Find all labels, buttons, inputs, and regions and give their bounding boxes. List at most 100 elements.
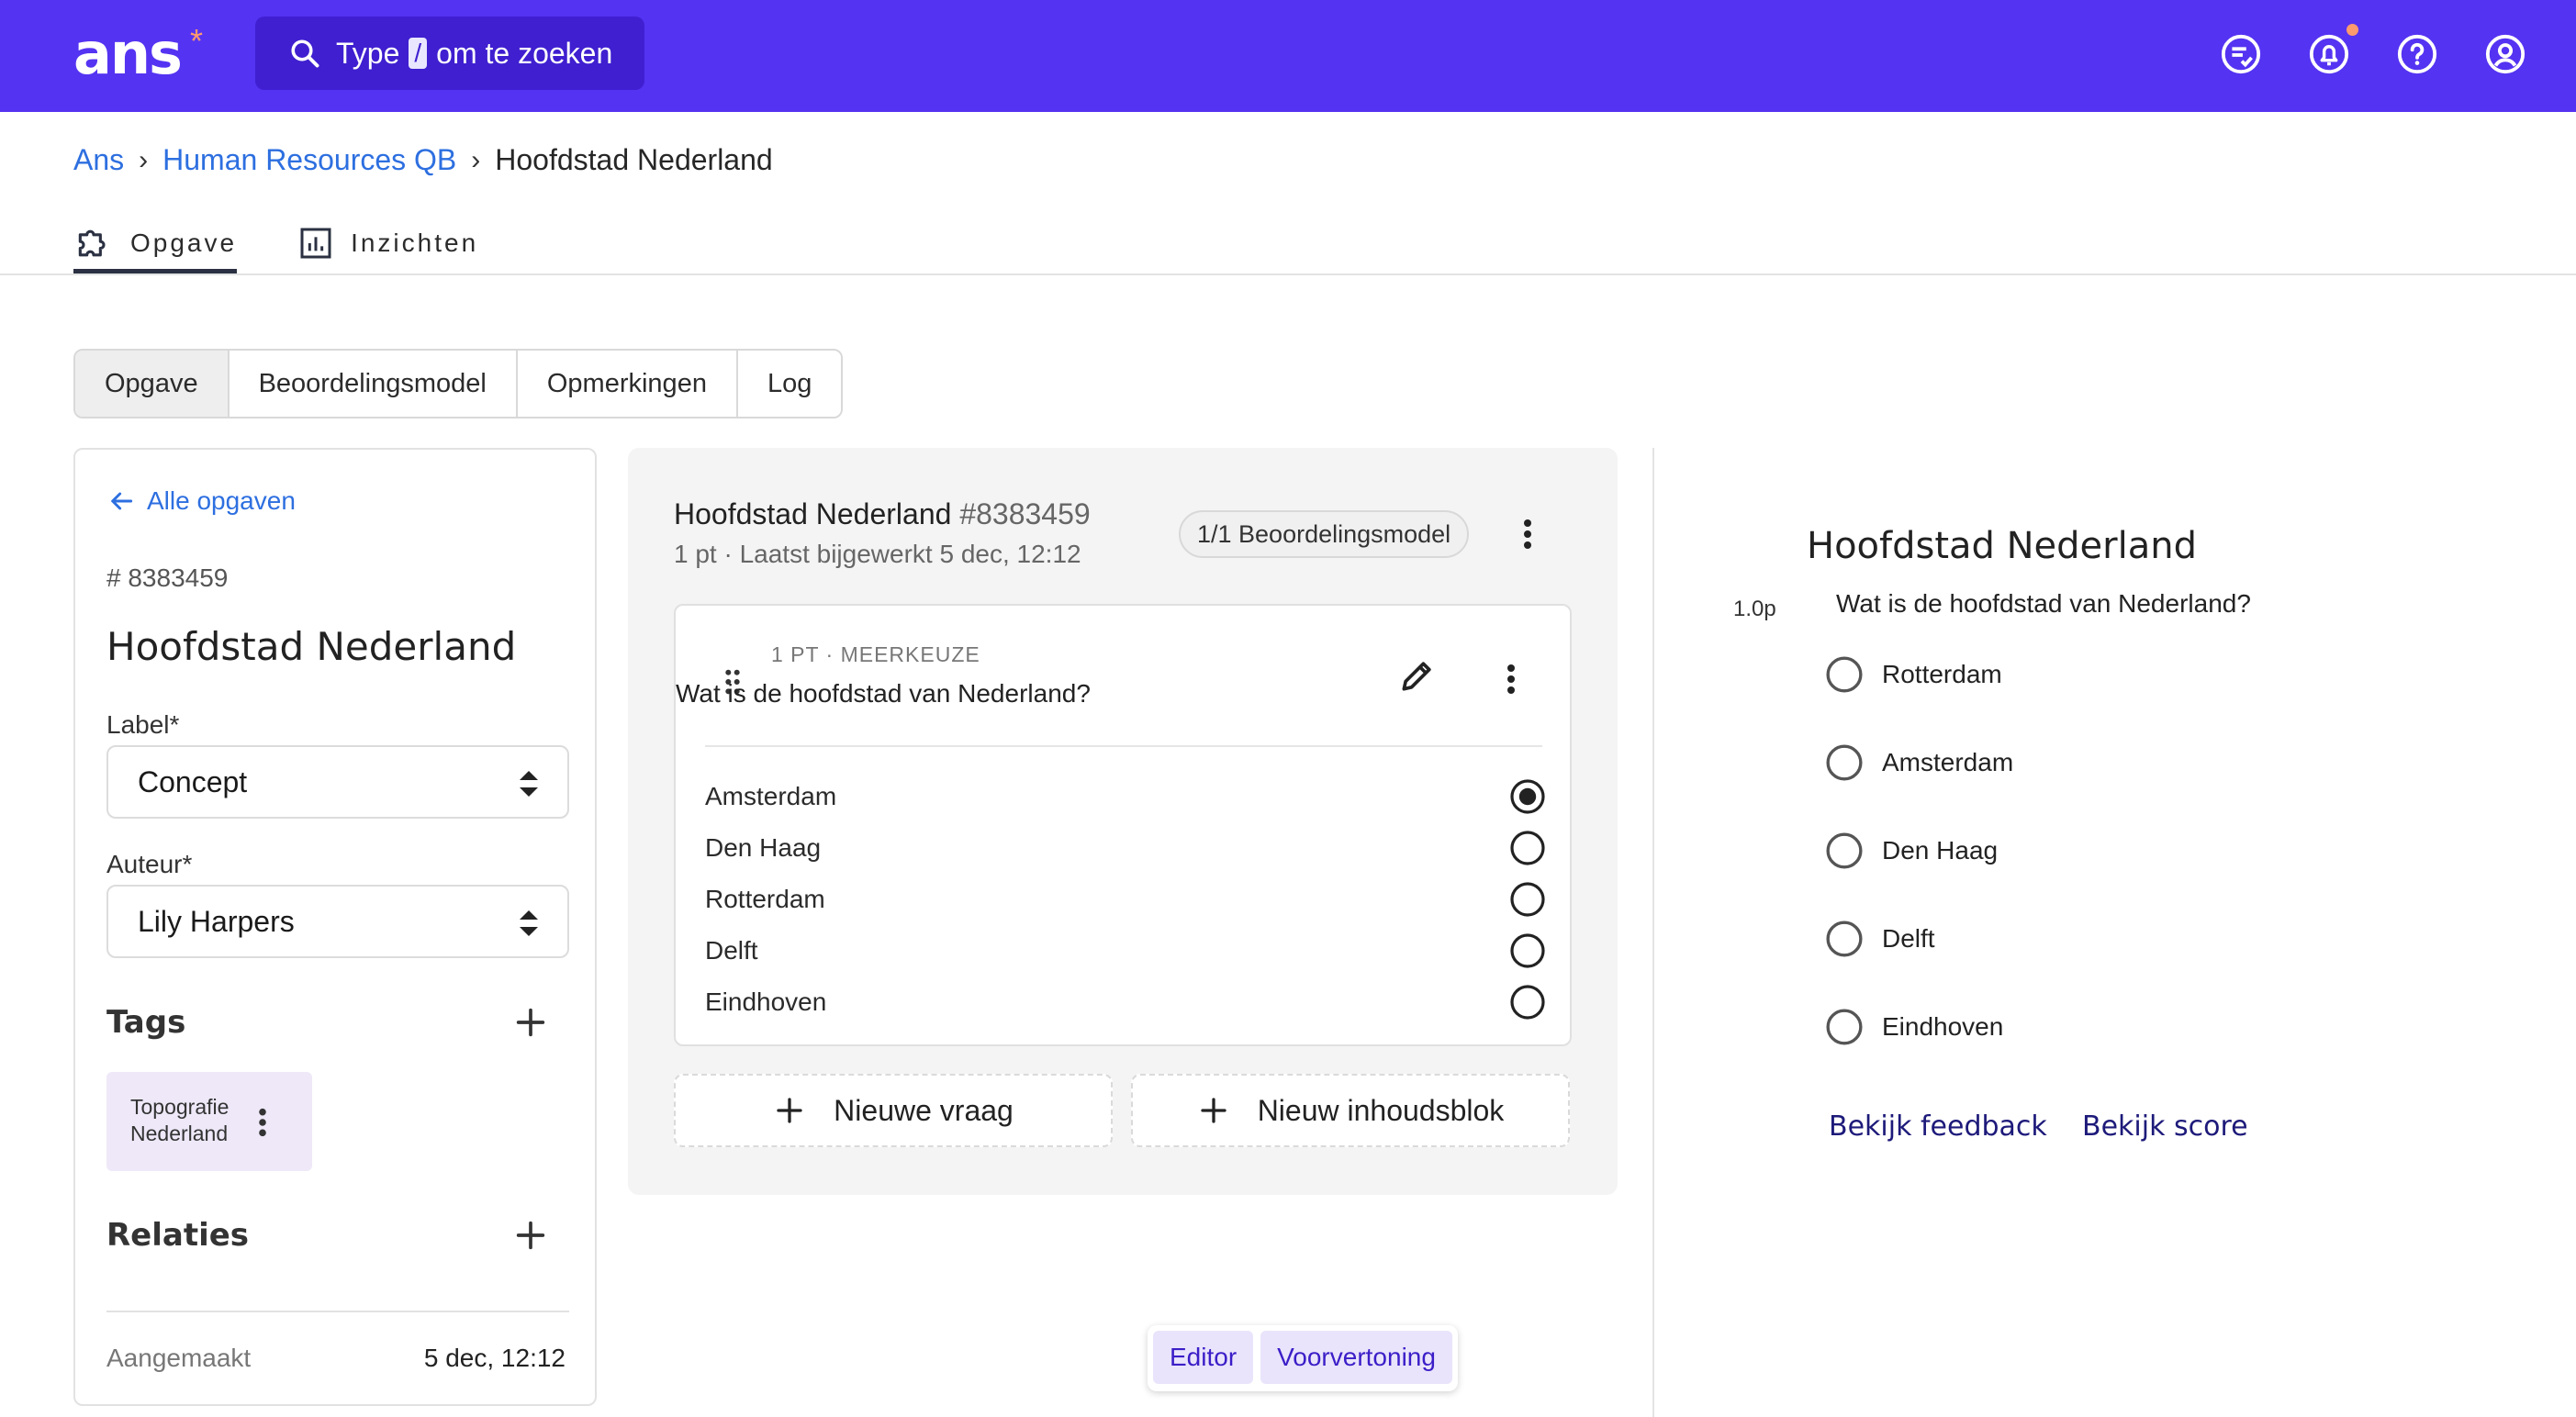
editor-title-text: Hoofdstad Nederland [674, 497, 952, 530]
task-list-icon[interactable] [2220, 33, 2262, 75]
subtab-log[interactable]: Log [737, 351, 842, 417]
editor-toggle-button[interactable]: Editor [1153, 1331, 1254, 1384]
search-bar[interactable]: Type / om te zoeken [255, 17, 644, 90]
radio-icon[interactable] [1509, 881, 1546, 918]
author-select-value: Lily Harpers [138, 904, 295, 938]
user-icon[interactable] [2484, 33, 2526, 75]
answer-option[interactable]: Amsterdam [705, 771, 1546, 822]
tag-chip[interactable]: Topografie Nederland [106, 1072, 312, 1171]
select-caret-icon [520, 771, 538, 797]
main-tabs: Opgave Inzichten [73, 213, 539, 273]
rubric-pill[interactable]: 1/1 Beoordelingsmodel [1179, 510, 1470, 558]
preview-points: 1.0p [1733, 597, 1776, 621]
add-relation-icon[interactable] [512, 1217, 549, 1254]
editor-title: Hoofdstad Nederland #8383459 [674, 497, 1091, 531]
back-link-label: Alle opgaven [147, 486, 296, 515]
radio-icon[interactable] [1509, 830, 1546, 866]
preview-option-label: Delft [1882, 924, 1935, 953]
question-divider [705, 745, 1542, 747]
kebab-menu-icon[interactable] [1506, 663, 1517, 696]
preview-option-label: Eindhoven [1882, 1012, 2004, 1041]
preview-toggle-button[interactable]: Voorvertoning [1260, 1331, 1452, 1384]
kebab-menu-icon[interactable] [1522, 518, 1533, 551]
answer-option-label: Amsterdam [705, 782, 837, 810]
logo-asterisk: * [190, 22, 204, 60]
radio-icon[interactable] [1509, 984, 1546, 1021]
question-title: Hoofdstad Nederland [106, 624, 517, 669]
relations-title: Relaties [106, 1217, 250, 1254]
ans-logo[interactable]: ans [73, 20, 183, 87]
chevron-right-icon: › [139, 144, 149, 175]
breadcrumb-ans[interactable]: Ans [73, 143, 124, 177]
preview-option[interactable]: Den Haag [1825, 831, 1998, 870]
arrow-left-icon [111, 492, 133, 510]
label-select[interactable]: Concept [106, 745, 569, 819]
help-icon[interactable] [2396, 33, 2438, 75]
answer-option[interactable]: Eindhoven [705, 976, 1546, 1028]
add-content-block-button[interactable]: Nieuw inhoudsblok [1131, 1074, 1570, 1147]
preview-option-label: Amsterdam [1882, 748, 2014, 776]
preview-option[interactable]: Delft [1825, 920, 1935, 958]
preview-option[interactable]: Amsterdam [1825, 743, 2013, 782]
plus-icon [777, 1098, 802, 1123]
author-select[interactable]: Lily Harpers [106, 885, 569, 958]
bell-icon[interactable] [2308, 33, 2350, 75]
subtab-opmerkingen[interactable]: Opmerkingen [517, 351, 738, 417]
subtab-beoordelingsmodel[interactable]: Beoordelingsmodel [229, 351, 518, 417]
select-caret-icon [520, 910, 538, 936]
back-link[interactable]: Alle opgaven [106, 486, 296, 516]
panel-divider [1652, 448, 1654, 1417]
sidebar-divider [106, 1311, 569, 1312]
radio-icon[interactable] [1825, 655, 1864, 694]
radio-icon[interactable] [1509, 932, 1546, 969]
preview-option[interactable]: Rotterdam [1825, 655, 2002, 694]
answer-option[interactable]: Den Haag [705, 822, 1546, 874]
label-select-value: Concept [138, 764, 248, 798]
search-suffix: om te zoeken [436, 36, 613, 70]
preview-title: Hoofdstad Nederland [1807, 525, 2197, 567]
editor-title-id: #8383459 [959, 497, 1091, 530]
view-score-link[interactable]: Bekijk score [2082, 1110, 2248, 1143]
tab-opgave-label: Opgave [130, 229, 238, 257]
view-feedback-link[interactable]: Bekijk feedback [1829, 1110, 2047, 1143]
top-bar: ans * Type / om te zoeken [0, 0, 2576, 112]
answer-option-label: Rotterdam [705, 885, 825, 913]
editor-subtitle: 1 pt · Laatst bijgewerkt 5 dec, 12:12 [674, 540, 1081, 568]
add-tag-icon[interactable] [512, 1004, 549, 1041]
radio-icon[interactable] [1825, 920, 1864, 958]
answer-option-label: Delft [705, 936, 758, 965]
radio-icon[interactable] [1825, 831, 1864, 870]
radio-icon[interactable] [1825, 1008, 1864, 1046]
pencil-icon[interactable] [1397, 655, 1438, 696]
tab-inzichten-label: Inzichten [351, 229, 479, 257]
radio-icon[interactable] [1825, 743, 1864, 782]
breadcrumb-question-bank[interactable]: Human Resources QB [162, 143, 456, 177]
tab-opgave[interactable]: Opgave [73, 213, 238, 273]
breadcrumb-current: Hoofdstad Nederland [495, 143, 773, 176]
add-question-button[interactable]: Nieuwe vraag [674, 1074, 1113, 1147]
view-toggle: Editor Voorvertoning [1148, 1325, 1458, 1391]
question-text: Wat is de hoofdstad van Nederland? [676, 679, 1091, 708]
author-field-label: Auteur* [106, 850, 193, 878]
preview-option[interactable]: Eindhoven [1825, 1008, 2003, 1046]
question-meta: 1 PT · MEERKEUZE [771, 642, 980, 666]
notification-dot [2346, 24, 2358, 36]
tab-inzichten[interactable]: Inzichten [297, 213, 478, 273]
tags-title: Tags [106, 1004, 186, 1041]
search-prefix: Type [336, 36, 400, 70]
search-shortcut-key: / [409, 38, 428, 69]
subtab-opgave[interactable]: Opgave [75, 351, 230, 417]
preview-option-label: Den Haag [1882, 836, 1999, 865]
answer-option[interactable]: Delft [705, 925, 1546, 976]
answer-option-label: Eindhoven [705, 987, 827, 1016]
question-id: # 8383459 [106, 563, 229, 592]
preview-question: Wat is de hoofdstad van Nederland? [1836, 589, 2251, 618]
label-field-label: Label* [106, 710, 180, 739]
add-content-block-label: Nieuw inhoudsblok [1257, 1093, 1505, 1127]
preview-option-label: Rotterdam [1882, 660, 2002, 688]
radio-selected-icon[interactable] [1509, 778, 1546, 815]
answer-option[interactable]: Rotterdam [705, 874, 1546, 925]
search-icon [291, 39, 319, 68]
kebab-menu-icon[interactable] [257, 1107, 268, 1138]
puzzle-icon [78, 229, 106, 257]
